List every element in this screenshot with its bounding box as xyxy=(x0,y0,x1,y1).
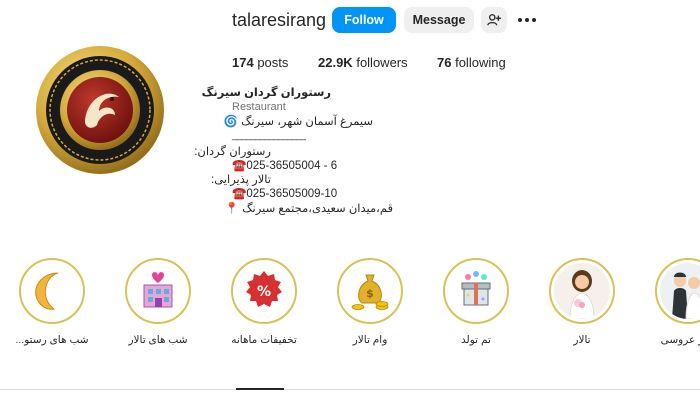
hotel-hearts-icon xyxy=(143,272,173,308)
ellipsis-icon xyxy=(518,18,536,22)
message-button[interactable]: Message xyxy=(404,7,474,33)
highlight-label: تخفیفات ماهانه xyxy=(231,334,297,346)
money-bag-icon: $ xyxy=(351,274,389,310)
bio-address: قم،میدان سعیدی،مجتمع سیرنگ 📍 xyxy=(224,203,393,215)
profile-username: talaresirang xyxy=(232,10,327,30)
follow-button[interactable]: Follow xyxy=(332,7,396,33)
highlight-label: تالار xyxy=(573,334,591,346)
highlight-label: وام تالار xyxy=(352,334,388,346)
add-person-icon xyxy=(487,14,501,26)
followers-stat[interactable]: 22.9K followers xyxy=(318,55,408,71)
following-label: following xyxy=(455,55,506,70)
more-options-button[interactable] xyxy=(515,7,539,33)
tab-divider xyxy=(0,389,700,390)
highlight-item[interactable] xyxy=(443,258,509,324)
posts-label: posts xyxy=(257,55,289,70)
suggested-accounts-button[interactable] xyxy=(481,7,507,33)
posts-count: 174 xyxy=(232,55,254,70)
highlight-label: تالار عروسی xyxy=(660,334,700,346)
followers-label: followers xyxy=(356,55,408,70)
bride-icon xyxy=(569,270,595,319)
posts-stat: 174 posts xyxy=(232,55,288,71)
active-tab-indicator xyxy=(236,388,284,390)
followers-count: 22.9K xyxy=(318,55,353,70)
highlight-item[interactable]: $ xyxy=(337,258,403,324)
highlight-label: تم تولد xyxy=(461,334,491,346)
bio-restaurant-phone: ☎️025-36505004 - 6 xyxy=(232,160,338,172)
svg-text:%: % xyxy=(257,284,271,300)
svg-text:$: $ xyxy=(366,287,374,300)
bio-hall-heading: تالار پذیرایی: xyxy=(211,174,271,186)
percent-badge-icon: % xyxy=(246,271,282,307)
following-stat[interactable]: 76 following xyxy=(437,55,506,71)
restaurant-logo-emblem xyxy=(36,46,164,174)
gift-box-icon xyxy=(461,271,491,306)
highlight-label: شب های رستو... xyxy=(15,334,89,346)
following-count: 76 xyxy=(437,55,452,70)
bio-display-name: رستوران گردان سیرنگ xyxy=(201,87,331,99)
highlight-item[interactable]: % xyxy=(231,258,297,324)
highlight-item[interactable] xyxy=(125,258,191,324)
highlight-item[interactable] xyxy=(549,258,615,324)
highlight-item[interactable] xyxy=(19,258,85,324)
profile-avatar[interactable] xyxy=(35,45,165,175)
highlight-label: شب های تالار xyxy=(128,334,188,346)
bio-category: Restaurant xyxy=(232,101,286,113)
bio-divider: ________________ xyxy=(232,130,306,141)
bio-restaurant-heading: رستوران گردان: xyxy=(194,146,271,158)
bio-hall-phone: ☎️025-36505009-10 xyxy=(232,188,338,200)
crescent-moon-icon xyxy=(35,272,59,310)
highlight-item[interactable] xyxy=(655,258,700,324)
bio-tagline: سیمرغ آسمان شهر، سیرنگ 🌀 xyxy=(223,116,373,128)
